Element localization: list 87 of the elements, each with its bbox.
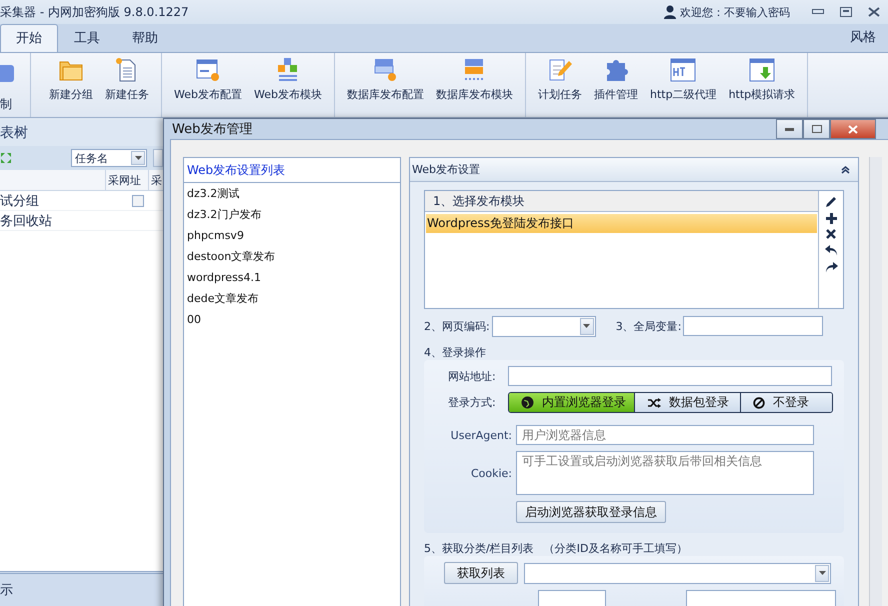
- section-title: 5、获取分类/栏目列表: [424, 541, 534, 556]
- list-item[interactable]: wordpress4.1: [184, 267, 400, 288]
- close-button[interactable]: [830, 119, 876, 139]
- list-item[interactable]: dede文章发布: [184, 288, 400, 309]
- encoding-dropdown[interactable]: [492, 316, 596, 336]
- style-menu[interactable]: 风格: [850, 28, 876, 46]
- collapse-icon[interactable]: [841, 166, 850, 174]
- ribbon-tab[interactable]: 工具: [58, 24, 116, 52]
- list-header: 1、选择发布模块: [433, 192, 525, 210]
- notepad-pencil-icon: [546, 57, 573, 83]
- list-title: Web发布设置列表: [187, 162, 286, 178]
- global-variable-field[interactable]: [683, 316, 824, 336]
- user-agent-field[interactable]: 用户浏览器信息: [516, 425, 814, 445]
- redo-icon[interactable]: [824, 261, 838, 273]
- minimize-icon[interactable]: [812, 9, 824, 15]
- status-text: 示: [0, 582, 13, 599]
- tree-item[interactable]: 务回收站: [0, 212, 111, 230]
- user-icon: [664, 5, 676, 19]
- login-method-option[interactable]: 数据包登录: [634, 393, 740, 412]
- tree-item[interactable]: 试分组: [0, 192, 111, 210]
- list-item[interactable]: destoon文章发布: [184, 246, 400, 267]
- ribbon-tab[interactable]: 帮助: [116, 24, 174, 52]
- http-window-icon: [670, 57, 696, 83]
- panel-title: 表树: [0, 124, 28, 142]
- category-id-field[interactable]: [538, 590, 606, 606]
- toolbar-label: 制: [0, 96, 12, 113]
- caret-icon: [818, 571, 826, 575]
- column-header: 采网址: [105, 170, 148, 190]
- minimize-icon: [785, 128, 794, 130]
- field-label: 2、网页编码:: [424, 318, 490, 334]
- list-item[interactable]: 00: [184, 309, 400, 330]
- cookie-field[interactable]: 可手工设置或启动浏览器获取后带回相关信息: [516, 451, 814, 495]
- close-icon[interactable]: [868, 7, 880, 17]
- toolbar-button[interactable]: 计划任务: [532, 53, 588, 106]
- delete-icon[interactable]: [826, 229, 836, 239]
- section-note: （分类ID及名称可手工填写）: [544, 541, 688, 556]
- toolbar-button[interactable]: Web发布模块: [248, 53, 328, 106]
- login-method-option[interactable]: 内置浏览器登录: [509, 393, 634, 412]
- checkbox[interactable]: [132, 194, 144, 206]
- login-method-option[interactable]: 不登录: [740, 393, 832, 412]
- toolbar-button[interactable]: Web发布配置: [168, 53, 248, 106]
- category-name-field[interactable]: [686, 590, 836, 606]
- caret-icon: [134, 156, 142, 160]
- window-title: 采集器 - 内网加密狗版 9.8.0.1227: [0, 4, 189, 20]
- caret-icon: [583, 324, 590, 328]
- close-icon: [848, 124, 858, 134]
- globe-icon: [521, 396, 534, 409]
- dialog-title: Web发布管理: [172, 121, 252, 138]
- toolbar-button[interactable]: 新建任务: [99, 53, 155, 106]
- minimize-button[interactable]: [776, 119, 803, 139]
- field-label: 登录方式:: [448, 395, 497, 410]
- download-window-icon: [748, 57, 775, 83]
- toolbar-button[interactable]: 数据库发布模块: [430, 53, 519, 106]
- web-settings-icon: [194, 57, 221, 83]
- ribbon-tab[interactable]: 开始: [0, 24, 58, 52]
- toolbar-button[interactable]: http模拟请求: [722, 53, 802, 106]
- welcome-text: 欢迎您：不要输入密码: [680, 4, 790, 20]
- module-item[interactable]: Wordpress免登陆发布接口: [426, 214, 817, 233]
- site-url-field[interactable]: [508, 366, 832, 386]
- shuffle-icon: [647, 396, 661, 408]
- toolbar-button[interactable]: http二级代理: [644, 53, 723, 106]
- list-item[interactable]: dz3.2测试: [184, 183, 400, 204]
- toolbar-button[interactable]: 数据库发布配置: [340, 53, 430, 106]
- filter-button[interactable]: [153, 149, 163, 167]
- list-item[interactable]: dz3.2门户发布: [184, 204, 400, 225]
- pencil-icon[interactable]: [825, 196, 837, 208]
- add-icon[interactable]: [826, 213, 836, 224]
- list-item[interactable]: phpcmsv9: [184, 225, 400, 246]
- field-label: UserAgent:: [450, 428, 512, 442]
- maximize-icon: [812, 125, 822, 133]
- maximize-icon[interactable]: [840, 7, 852, 17]
- section-title: Web发布设置: [412, 162, 480, 177]
- no-entry-icon: [753, 396, 765, 408]
- section-title: 4、登录操作: [424, 346, 486, 359]
- database-settings-icon: [372, 57, 398, 83]
- fetch-list-button[interactable]: 获取列表: [444, 562, 518, 584]
- undo-icon[interactable]: [824, 244, 838, 256]
- maximize-button[interactable]: [803, 119, 830, 139]
- field-label: 网站地址:: [448, 368, 497, 384]
- field-label: 3、全局变量:: [616, 318, 682, 334]
- category-dropdown[interactable]: [524, 562, 831, 584]
- launch-browser-button[interactable]: 启动浏览器获取登录信息: [516, 501, 666, 523]
- filter-dropdown[interactable]: 任务名: [71, 149, 147, 167]
- scrollbar[interactable]: [869, 157, 882, 606]
- toolbar-button[interactable]: 新建分组: [43, 53, 99, 106]
- toolbar-button[interactable]: 插件管理: [588, 53, 644, 106]
- field-label: Cookie:: [470, 466, 512, 480]
